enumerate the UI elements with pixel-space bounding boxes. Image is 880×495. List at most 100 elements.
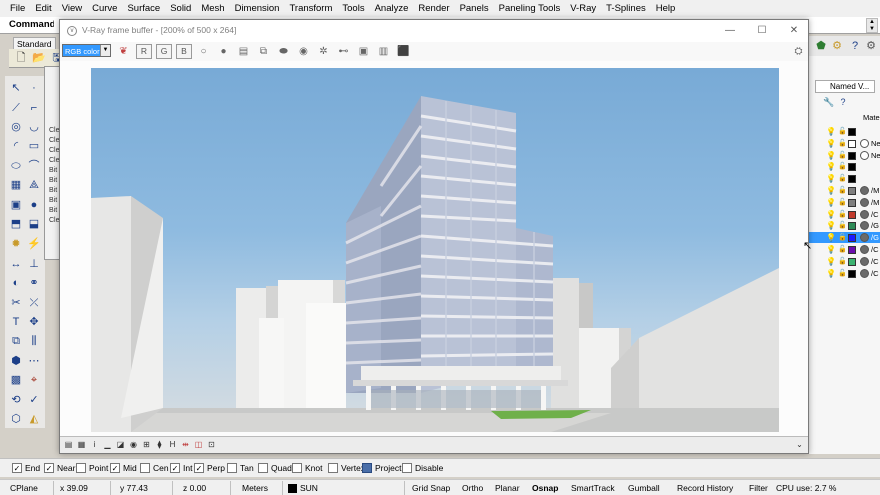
text-icon[interactable]: T (8, 314, 24, 330)
menu-item-curve[interactable]: Curve (87, 0, 122, 17)
layer-material-icon[interactable] (860, 256, 869, 266)
unlock-icon[interactable]: 🔓 (838, 198, 847, 207)
analyze-icon[interactable]: ⌖ (26, 372, 42, 388)
light-icon[interactable]: ✹ (8, 236, 24, 252)
checkbox[interactable]: ✓ (194, 463, 204, 473)
unlock-icon[interactable]: 🔓 (838, 245, 847, 254)
menu-item-view[interactable]: View (57, 0, 87, 17)
check-icon[interactable]: ✓ (26, 392, 42, 408)
layer-row[interactable]: 💡 🔓 /C (809, 244, 880, 255)
layer-color-swatch[interactable] (848, 175, 856, 184)
layer-row[interactable]: 💡 🔓 Ne (809, 150, 880, 161)
osnap-int[interactable]: ✓ Int (170, 463, 192, 473)
unlock-icon[interactable]: 🔓 (838, 186, 847, 195)
array-icon[interactable]: ⋯ (26, 353, 42, 369)
osnap-toggle[interactable]: Osnap (532, 483, 558, 493)
menu-item-tools[interactable]: Tools (337, 0, 369, 17)
help-icon[interactable]: ? (847, 38, 863, 54)
checkbox[interactable] (292, 463, 302, 473)
ortho-toggle[interactable]: Ortho (462, 483, 483, 493)
layer-color-swatch[interactable] (848, 151, 856, 160)
layer-material-icon[interactable] (860, 221, 869, 231)
layer-color-swatch[interactable] (848, 210, 856, 219)
maximize-button[interactable]: ☐ (754, 23, 770, 39)
checkbox[interactable] (227, 463, 237, 473)
chevron-down-icon[interactable]: ▼ (100, 45, 110, 56)
lut-icon[interactable]: ⊞ (141, 439, 152, 451)
menu-item-v-ray[interactable]: V-Ray (565, 0, 601, 17)
checkbox[interactable]: ✓ (44, 463, 54, 473)
ocio-icon[interactable]: ⊡ (206, 439, 217, 451)
layer-material-icon[interactable] (860, 268, 869, 278)
channel-r-button[interactable]: R (136, 44, 152, 59)
layer-color-swatch[interactable] (848, 187, 856, 195)
osnap-vertex[interactable]: Vertex (328, 463, 365, 473)
layer-color-swatch[interactable] (848, 234, 856, 243)
osnap-project[interactable]: Project (362, 463, 401, 473)
curve-icon[interactable]: ◡ (26, 119, 42, 135)
alpha-channel-icon[interactable]: ○ (197, 45, 210, 58)
menu-item-surface[interactable]: Surface (122, 0, 165, 17)
vray-icon[interactable]: ⚙ (829, 38, 845, 54)
layer-row[interactable]: 💡 🔓 /M (809, 197, 880, 208)
line-icon[interactable]: ⌐ (26, 100, 42, 116)
trim-icon[interactable]: ✂ (8, 295, 24, 311)
pixel-aspect-icon[interactable]: ⇹ (180, 439, 191, 451)
lightbulb-icon[interactable]: 💡 (826, 139, 836, 148)
unlock-icon[interactable]: 🔓 (838, 162, 847, 171)
checkbox[interactable] (362, 463, 372, 473)
lightbulb-icon[interactable]: 💡 (826, 233, 836, 242)
layer-color-swatch[interactable] (848, 222, 856, 231)
surface-icon[interactable]: ▦ (8, 177, 24, 193)
lightbulb-icon[interactable]: 💡 (826, 221, 836, 230)
layer-color-swatch[interactable] (848, 198, 856, 207)
arc-icon[interactable]: ◜ (8, 138, 24, 154)
checkbox[interactable]: ✓ (110, 463, 120, 473)
grid-snap-toggle[interactable]: Grid Snap (412, 483, 450, 493)
move-icon[interactable]: ✥ (26, 314, 42, 330)
menu-item-analyze[interactable]: Analyze (370, 0, 414, 17)
osnap-end[interactable]: ✓ End (12, 463, 40, 473)
info-icon[interactable]: i (89, 439, 100, 451)
checkbox[interactable] (328, 463, 338, 473)
filter-toggle[interactable]: Filter (749, 483, 768, 493)
frame-icon[interactable]: ▤ (63, 439, 74, 451)
menu-item-panels[interactable]: Panels (455, 0, 494, 17)
layer-color-swatch[interactable] (848, 269, 856, 278)
planar-toggle[interactable]: Planar (495, 483, 520, 493)
compare-icon[interactable]: ▥ (377, 45, 390, 58)
checkbox[interactable] (258, 463, 268, 473)
layer-material-icon[interactable] (860, 138, 869, 148)
track-mouse-icon[interactable]: ◉ (297, 45, 310, 58)
render-icon[interactable]: ⚡ (26, 236, 42, 252)
layer-row[interactable]: 💡 🔓 (809, 173, 880, 184)
smarttrack-toggle[interactable]: SmartTrack (571, 483, 615, 493)
load-image-icon[interactable]: ⧉ (257, 45, 270, 58)
block-icon[interactable]: ⬢ (8, 353, 24, 369)
polyline-icon[interactable]: ⟋ (8, 100, 24, 116)
unlock-icon[interactable]: 🔓 (838, 221, 847, 230)
box-icon[interactable]: ▣ (8, 197, 24, 213)
close-button[interactable]: ✕ (786, 23, 802, 39)
osnap-mid[interactable]: ✓ Mid (110, 463, 137, 473)
lightbulb-icon[interactable]: 💡 (826, 198, 836, 207)
annotation-icon[interactable]: ⊥ (26, 256, 42, 272)
unlock-icon[interactable]: 🔓 (838, 257, 847, 266)
layer-row[interactable]: 💡 🔓 /G (809, 232, 880, 244)
circle-icon[interactable]: ◎ (8, 119, 24, 135)
layer-row[interactable]: 💡 🔓 /C (809, 268, 880, 279)
dimension-icon[interactable]: ↔ (8, 256, 24, 272)
render-last-icon[interactable]: ⬛ (397, 45, 410, 58)
record-history-toggle[interactable]: Record History (677, 483, 733, 493)
fillet-icon[interactable]: ⌒ (26, 158, 42, 174)
expand-icon[interactable]: ⌄ (794, 439, 805, 451)
rectangle-icon[interactable]: ▭ (26, 138, 42, 154)
ellipse-icon[interactable]: ⬭ (8, 158, 24, 174)
point-icon[interactable]: · (26, 80, 42, 96)
mono-channel-icon[interactable]: ● (217, 45, 230, 58)
osnap-disable[interactable]: Disable (402, 463, 443, 473)
layer-row[interactable]: 💡 🔓 Ne (809, 138, 880, 149)
boolean-icon[interactable]: ◐ (8, 275, 24, 291)
layer-color-swatch[interactable] (848, 163, 856, 172)
color-picker-icon[interactable]: ❦ (117, 45, 130, 58)
